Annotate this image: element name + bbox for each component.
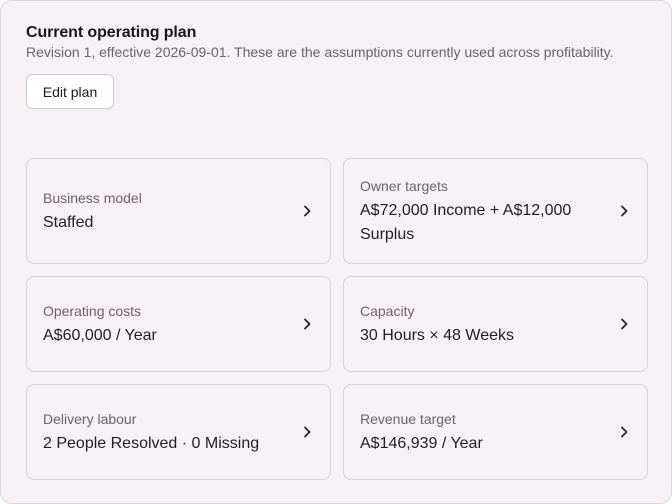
card-value: 30 Hours × 48 Weeks (360, 327, 515, 344)
card-revenue-target[interactable]: Revenue target A$146,939 / Year (343, 384, 648, 480)
card-label: Revenue target (360, 411, 456, 427)
card-value: A$60,000 / Year (43, 327, 157, 344)
card-value: A$72,000 Income + A$12,000 Surplus (360, 202, 572, 243)
card-value: Staffed (43, 214, 94, 231)
card-business-model[interactable]: Business model Staffed (26, 158, 331, 264)
chevron-right-icon (619, 317, 629, 331)
card-label: Capacity (360, 303, 415, 319)
edit-plan-button[interactable]: Edit plan (26, 74, 114, 109)
chevron-right-icon (619, 204, 629, 218)
chevron-right-icon (302, 204, 312, 218)
chevron-right-icon (619, 425, 629, 439)
chevron-right-icon (302, 425, 312, 439)
card-delivery-labour[interactable]: Delivery labour 2 People Resolved · 0 Mi… (26, 384, 331, 480)
card-operating-costs[interactable]: Operating costs A$60,000 / Year (26, 276, 331, 372)
card-value: A$146,939 / Year (360, 435, 483, 452)
card-value: 2 People Resolved · 0 Missing (43, 435, 260, 452)
card-label: Operating costs (43, 303, 142, 319)
panel-title: Current operating plan (26, 24, 197, 41)
card-label: Delivery labour (43, 411, 137, 427)
panel-subtitle: Revision 1, effective 2026-09-01. These … (26, 44, 614, 60)
card-label: Owner targets (360, 178, 448, 194)
card-label: Business model (43, 190, 142, 206)
chevron-right-icon (302, 317, 312, 331)
card-owner-targets[interactable]: Owner targets A$72,000 Income + A$12,000… (343, 158, 648, 264)
operating-plan-panel: Current operating plan Revision 1, effec… (0, 0, 672, 504)
card-capacity[interactable]: Capacity 30 Hours × 48 Weeks (343, 276, 648, 372)
